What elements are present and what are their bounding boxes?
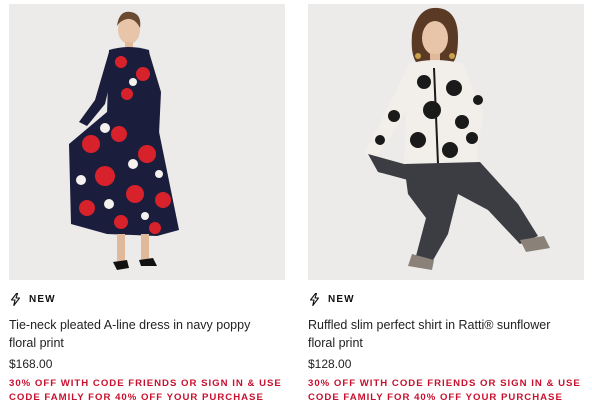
badge-label: NEW xyxy=(29,293,56,305)
badge-label: NEW xyxy=(328,293,355,305)
new-badge: NEW xyxy=(308,292,584,306)
promo-text: 30% OFF WITH CODE FRIENDS OR SIGN IN & U… xyxy=(308,378,581,403)
product-price: $128.00 xyxy=(308,357,352,371)
product-card[interactable]: NEW Ruffled slim perfect shirt in Ratti®… xyxy=(308,4,584,405)
lightning-bolt-icon xyxy=(10,292,21,306)
model-dress-illustration xyxy=(69,11,179,270)
lightning-bolt-icon xyxy=(309,292,320,306)
product-image[interactable] xyxy=(9,4,285,280)
model-shirt-illustration xyxy=(364,7,550,270)
product-title[interactable]: Ruffled slim perfect shirt in Ratti® sun… xyxy=(308,316,578,352)
product-title[interactable]: Tie-neck pleated A-line dress in navy po… xyxy=(9,316,279,352)
product-image[interactable] xyxy=(308,4,584,280)
promo-text: 30% OFF WITH CODE FRIENDS OR SIGN IN & U… xyxy=(9,378,282,403)
product-price: $168.00 xyxy=(9,357,53,371)
product-card[interactable]: NEW Tie-neck pleated A-line dress in nav… xyxy=(9,4,285,405)
new-badge: NEW xyxy=(9,292,285,306)
product-grid: NEW Tie-neck pleated A-line dress in nav… xyxy=(0,0,592,409)
